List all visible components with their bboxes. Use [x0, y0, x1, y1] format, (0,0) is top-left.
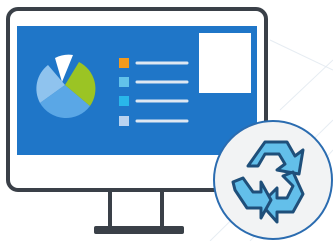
legend-swatch-cyan — [119, 96, 129, 106]
monitor-neck — [108, 190, 112, 226]
legend-swatch-pale — [119, 116, 129, 126]
legend-swatch-orange — [119, 58, 129, 68]
info-panel — [199, 33, 251, 93]
monitor-neck-right — [160, 190, 164, 226]
monitor-recycle-illustration — [6, 7, 333, 241]
monitor-base — [94, 226, 184, 234]
recycle-badge — [213, 120, 333, 240]
legend-swatch-sky — [119, 77, 129, 87]
badge-circle — [213, 120, 333, 240]
